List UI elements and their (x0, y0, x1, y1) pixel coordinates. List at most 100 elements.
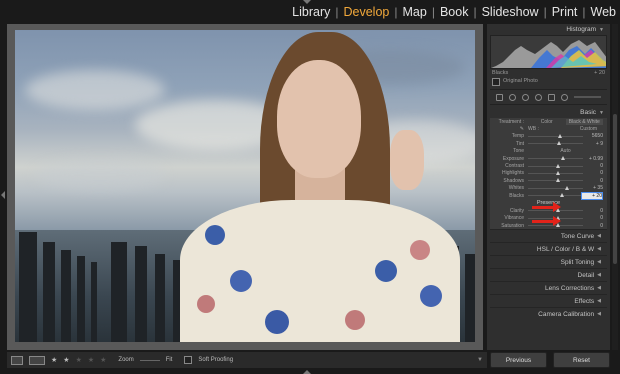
module-slideshow[interactable]: Slideshow (482, 5, 539, 19)
module-develop[interactable]: Develop (344, 5, 390, 19)
temp-slider[interactable] (528, 133, 583, 138)
star-icon[interactable]: ★ (100, 356, 106, 364)
panel-split-toning[interactable]: Split Toning ◀ (490, 255, 607, 269)
basic-header[interactable]: Basic ▼ (487, 107, 610, 118)
split-toning-label: Split Toning (560, 258, 595, 266)
soft-proofing-label: Soft Proofing (198, 357, 234, 363)
treatment-bw-button[interactable]: Black & White (565, 118, 603, 125)
annotation-arrowhead-whites (553, 202, 561, 212)
reset-button[interactable]: Reset (553, 352, 610, 368)
vibrance-value[interactable]: 0 (583, 215, 603, 221)
tint-label: Tint (515, 140, 524, 147)
temp-label: Temp (511, 133, 524, 140)
histogram-right-label: + 20 (594, 70, 605, 76)
soft-proofing-checkbox[interactable] (184, 356, 193, 364)
scrollbar-thumb[interactable] (613, 114, 617, 264)
crop-tool-icon[interactable] (509, 93, 516, 101)
bw-tab[interactable]: B & W (576, 246, 594, 253)
histogram[interactable] (490, 35, 607, 69)
module-list: Library | Develop | Map | Book | Slideshow | … (292, 5, 616, 19)
triangle-left-icon: ◀ (597, 298, 601, 305)
contrast-value[interactable]: 0 (583, 163, 603, 169)
blacks-slider[interactable] (528, 193, 581, 198)
tone-auto-button[interactable]: Auto (528, 148, 603, 154)
loupe-view-button[interactable] (11, 355, 23, 365)
shadows-label: Shadows (503, 177, 524, 184)
whites-value[interactable]: + 35 (583, 185, 603, 191)
panel-hsl[interactable]: HSL / Color / B & W ◀ (490, 242, 607, 256)
histogram-left-label: Blacks (492, 70, 509, 76)
histogram-header[interactable]: Histogram ▼ (487, 24, 610, 35)
hsl-tab[interactable]: HSL (537, 246, 549, 253)
color-tab[interactable]: Color (555, 246, 571, 253)
clarity-value[interactable]: 0 (583, 208, 603, 214)
highlights-value[interactable]: 0 (583, 170, 603, 176)
histogram-title: Histogram (566, 26, 597, 33)
original-photo-checkbox[interactable] (492, 78, 500, 86)
wb-select[interactable]: Custom (539, 126, 603, 132)
collapse-filmstrip-icon[interactable] (303, 370, 311, 374)
tone-label: Tone (513, 148, 524, 155)
previous-button[interactable]: Previous (490, 352, 547, 368)
wb-label: WB : (528, 126, 539, 133)
module-book[interactable]: Book (440, 5, 469, 19)
star-icon[interactable]: ★ (63, 356, 69, 364)
detail-label: Detail (577, 271, 595, 279)
whites-slider[interactable] (528, 185, 583, 190)
right-panel-scrollbar[interactable] (612, 24, 618, 350)
tool-strip (490, 89, 607, 105)
tint-slider[interactable] (528, 141, 583, 146)
triangle-down-icon: ▼ (599, 26, 604, 33)
eyedropper-icon[interactable]: ✎ (494, 126, 528, 132)
exposure-slider[interactable] (528, 156, 583, 161)
panel-lens-corrections[interactable]: Lens Corrections ◀ (490, 281, 607, 295)
triangle-left-icon: ◀ (597, 311, 601, 318)
shadows-slider[interactable] (528, 178, 583, 183)
blacks-label: Blacks (509, 192, 524, 199)
treatment-color-button[interactable]: Color (528, 119, 566, 125)
grid-tool-icon[interactable] (496, 93, 503, 101)
saturation-value[interactable]: 0 (583, 223, 603, 229)
star-icon[interactable]: ★ (88, 356, 94, 364)
shadows-value[interactable]: 0 (583, 178, 603, 184)
collapse-left-panel-icon[interactable] (1, 191, 5, 199)
red-eye-icon[interactable] (535, 93, 542, 101)
star-icon[interactable]: ★ (76, 356, 82, 364)
blacks-value-field[interactable]: + 20 (581, 191, 603, 200)
module-web[interactable]: Web (591, 5, 616, 19)
zoom-label: Zoom (118, 357, 134, 363)
module-library[interactable]: Library (292, 5, 330, 19)
exposure-value[interactable]: + 0.99 (583, 156, 603, 162)
panel-detail[interactable]: Detail ◀ (490, 268, 607, 282)
histogram-graph (491, 40, 606, 68)
contrast-slider[interactable] (528, 163, 583, 168)
toolbar-menu-icon[interactable]: ▼ (477, 357, 483, 363)
annotation-arrow-blacks (532, 220, 554, 223)
module-map[interactable]: Map (403, 5, 427, 19)
clarity-label: Clarity (509, 207, 524, 214)
toolbar: ★ ★ ★ ★ ★ Zoom Fit Soft Proofing ▼ (7, 352, 487, 368)
triangle-left-icon: ◀ (597, 233, 601, 240)
panel-camera-calibration[interactable]: Camera Calibration ◀ (490, 307, 607, 321)
module-print[interactable]: Print (552, 5, 578, 19)
zoom-slider[interactable] (139, 359, 160, 361)
triangle-down-icon: ▼ (599, 109, 604, 116)
vibrance-label: Vibrance (504, 215, 524, 222)
annotation-arrow-whites (532, 206, 554, 209)
collapse-top-panel-icon[interactable] (303, 0, 311, 4)
panel-tone-curve[interactable]: Tone Curve ◀ (490, 229, 607, 243)
tool-slider[interactable] (574, 96, 601, 98)
panel-effects[interactable]: Effects ◀ (490, 294, 607, 308)
spot-removal-icon[interactable] (522, 93, 529, 101)
radial-filter-icon[interactable] (561, 93, 568, 101)
highlights-slider[interactable] (528, 170, 583, 175)
temp-value[interactable]: 5650 (583, 133, 603, 139)
graduated-filter-icon[interactable] (548, 93, 555, 101)
saturation-label: Saturation (501, 222, 524, 229)
tint-value[interactable]: + 9 (583, 141, 603, 147)
star-icon[interactable]: ★ (51, 356, 57, 364)
module-picker: Library | Develop | Map | Book | Slideshow | … (0, 0, 620, 24)
before-after-button[interactable] (29, 355, 45, 365)
photo[interactable] (15, 30, 475, 342)
lens-corrections-label: Lens Corrections (545, 284, 595, 292)
